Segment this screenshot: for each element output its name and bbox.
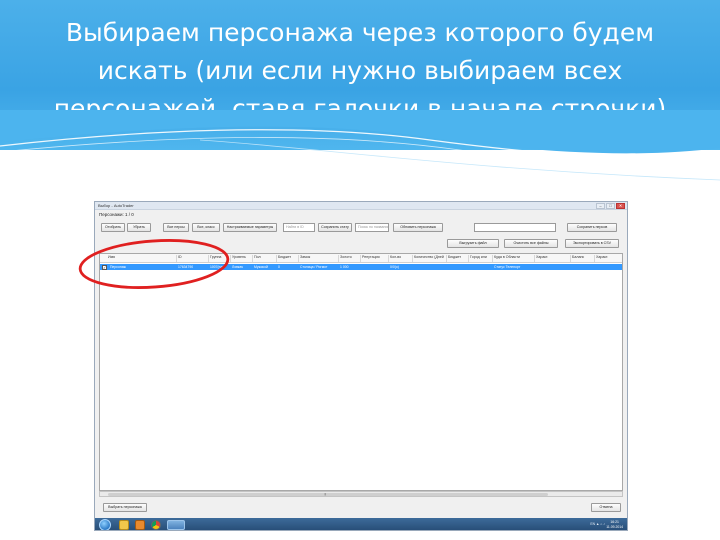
cell-region: Статус Телепорт — [494, 265, 521, 269]
column-separator — [298, 255, 299, 262]
windows-start-icon[interactable] — [99, 519, 111, 530]
application-window: Выбор - AutoTrader – □ ✕ Персонажи: 1 / … — [94, 201, 628, 531]
column-header-region[interactable]: Куда в Области — [494, 255, 532, 259]
system-tray[interactable]: EN ▲ ⌂ ♪ — [590, 522, 605, 526]
cell-id: 17634790 — [178, 265, 194, 269]
media-player-icon[interactable] — [135, 520, 145, 530]
select-character-button[interactable]: Выбрать персонажа — [103, 503, 147, 512]
column-header-id[interactable]: ID — [178, 255, 208, 259]
table-header: Имя ID Группа Уровень Пол Бюджет Замок З… — [100, 254, 622, 263]
column-header-balance[interactable]: Баланс — [572, 255, 592, 259]
cancel-button[interactable]: Отмена — [591, 503, 621, 512]
column-separator — [534, 255, 535, 262]
cell-gender: Мужской — [254, 265, 268, 269]
column-separator — [276, 255, 277, 262]
character-count-label: Персонажи: 1 / 0 — [99, 212, 134, 217]
name-search-input[interactable]: Поиск по названию — [355, 223, 389, 232]
explorer-folder-icon[interactable] — [119, 520, 129, 530]
settings-button[interactable]: Настраиваемые параметры — [223, 223, 277, 232]
column-separator — [252, 255, 253, 262]
cell-level: Ловкач — [232, 265, 244, 269]
column-separator — [208, 255, 209, 262]
column-separator — [594, 255, 595, 262]
column-header-count[interactable]: Кол-во — [390, 255, 410, 259]
chrome-browser-icon[interactable] — [151, 520, 161, 530]
column-separator — [446, 255, 447, 262]
all-add-button[interactable]: Все, класс — [192, 223, 220, 232]
column-separator — [360, 255, 361, 262]
close-button[interactable]: ✕ — [616, 203, 625, 209]
column-separator — [492, 255, 493, 262]
clock-date: 11.09.2014 — [606, 524, 623, 529]
column-header-budget-2[interactable]: Бюджет — [448, 255, 466, 259]
window-title: Выбор - AutoTrader — [98, 203, 134, 208]
column-header-group[interactable]: Группа — [210, 255, 230, 259]
search-input[interactable] — [474, 223, 556, 232]
column-header-castle[interactable]: Замок — [300, 255, 338, 259]
cell-name: Персонаж — [110, 265, 126, 269]
import-button[interactable]: Все персы — [163, 223, 189, 232]
cell-count: 0/0(о) — [390, 265, 399, 269]
column-separator — [388, 255, 389, 262]
load-file-button[interactable]: Выгрузить файл — [447, 239, 499, 248]
column-header-gender[interactable]: Пол — [254, 255, 274, 259]
column-separator — [176, 255, 177, 262]
save-stats-button[interactable]: Сохранить стату — [318, 223, 352, 232]
row-checkbox[interactable]: ✓ — [102, 264, 107, 270]
column-separator — [338, 255, 339, 262]
column-header-city[interactable]: Город или — [470, 255, 490, 259]
save-characters-button[interactable]: Сохранить персов — [567, 223, 617, 232]
select-all-button[interactable]: Отобрать — [101, 223, 125, 232]
maximize-button[interactable]: □ — [606, 203, 615, 209]
column-header-days[interactable]: Количество (Дней) — [414, 255, 444, 259]
column-separator — [468, 255, 469, 262]
windows-taskbar: EN ▲ ⌂ ♪ 16:21 11.09.2014 — [95, 518, 627, 530]
cell-group: 1007(пл — [210, 265, 223, 269]
clear-files-button[interactable]: Очистить все файлы — [504, 239, 558, 248]
column-header-trait-2[interactable]: Характ. — [596, 255, 618, 259]
cell-gold: 1 000 — [340, 265, 349, 269]
window-titlebar[interactable]: Выбор - AutoTrader – □ ✕ — [95, 202, 627, 210]
minimize-button[interactable]: – — [596, 203, 605, 209]
column-header-reputation[interactable]: Репутация — [362, 255, 386, 259]
column-separator — [230, 255, 231, 262]
header-wave-decoration — [0, 110, 720, 181]
characters-table: Имя ID Группа Уровень Пол Бюджет Замок З… — [99, 253, 623, 491]
slide: Выбираем персонажа через которого будем … — [0, 0, 720, 540]
window-controls: – □ ✕ — [596, 203, 625, 209]
column-header-budget[interactable]: Бюджет — [278, 255, 296, 259]
cell-castle: Столица / Ригмот — [300, 265, 328, 269]
id-search-input[interactable]: Найти в ID — [283, 223, 315, 232]
column-header-gold[interactable]: Золото — [340, 255, 358, 259]
scrollbar-grip-icon: ||| — [324, 492, 327, 496]
cell-budget: 0 — [278, 265, 280, 269]
export-csv-button[interactable]: Экспортировать в CSV — [565, 239, 619, 248]
column-header-trait[interactable]: Характ. — [536, 255, 554, 259]
table-row-selected[interactable]: ✓ Персонаж 17634790 1007(пл Ловкач Мужск… — [100, 264, 622, 270]
horizontal-scrollbar[interactable]: ||| — [99, 491, 623, 497]
clear-button[interactable]: Убрать — [127, 223, 151, 232]
update-character-button[interactable]: Обновить персонажа — [393, 223, 443, 232]
column-separator — [570, 255, 571, 262]
column-header-level[interactable]: Уровень — [232, 255, 251, 259]
column-header-name[interactable]: Имя — [108, 255, 168, 259]
autotrader-app-icon[interactable] — [167, 520, 185, 530]
scrollbar-thumb[interactable] — [108, 493, 548, 496]
column-separator — [412, 255, 413, 262]
taskbar-clock[interactable]: 16:21 11.09.2014 — [606, 520, 623, 529]
